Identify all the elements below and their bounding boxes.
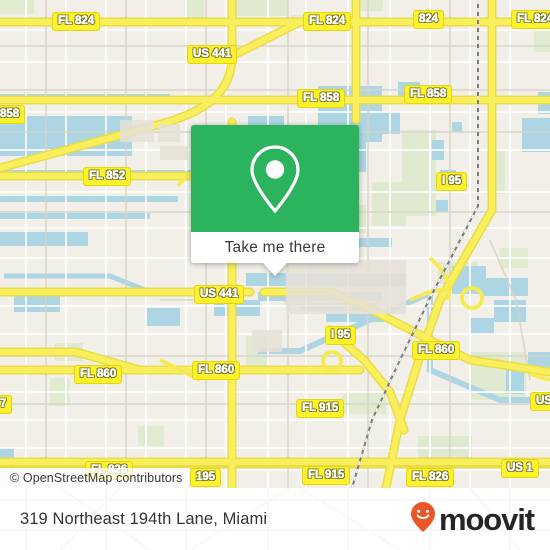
road-shield: I 95 [436,172,468,191]
road-shield: FL 915 [302,466,351,485]
popup-tail-pointer [263,263,287,276]
road-shield: FL 860 [74,365,123,384]
footer-content: 319 Northeast 194th Lane, Miami moovit [0,488,550,550]
road-shield: FL 824 [511,10,550,29]
road-shield: 824 [413,10,445,29]
road-shield: 7 [0,395,13,414]
address-label: 319 Northeast 194th Lane, Miami [20,509,268,528]
road-shield: I 95 [325,326,357,345]
road-shield: FL 852 [83,167,132,186]
map-screen: FL 824 FL 824 824 FL 824 US 441 FL 858 FL 858 8… [0,0,550,550]
road-shield: US 1 [501,459,539,478]
road-shield: FL 824 [303,12,352,31]
location-popup-card[interactable]: Take me there [191,125,359,276]
road-shield: FL 860 [412,341,461,360]
road-shield: FL 858 [404,85,453,104]
location-pin-icon [246,143,304,215]
road-shield: US 441 [194,285,245,304]
road-shield: FL 860 [192,361,241,380]
popup-card-body [191,125,359,232]
osm-attribution[interactable]: © OpenStreetMap contributors [0,468,189,488]
road-shield: FL 858 [297,89,346,108]
footer-bar: 319 Northeast 194th Lane, Miami moovit [0,488,550,550]
road-shield: US 441 [187,45,238,64]
road-shield: FL 915 [296,399,345,418]
road-shield: 195 [190,468,222,487]
moovit-logo[interactable]: moovit [410,501,535,538]
road-shield: FL 826 [406,468,455,487]
moovit-smiley-pin-icon [410,501,436,538]
road-shield: US [530,392,550,411]
road-shield: FL 824 [52,12,101,31]
take-me-there-label: Take me there [224,238,326,256]
road-shield: 858 [0,105,26,124]
take-me-there-button[interactable]: Take me there [191,232,359,276]
moovit-wordmark: moovit [438,501,535,537]
map-canvas[interactable]: FL 824 FL 824 824 FL 824 US 441 FL 858 FL 858 8… [0,0,550,488]
